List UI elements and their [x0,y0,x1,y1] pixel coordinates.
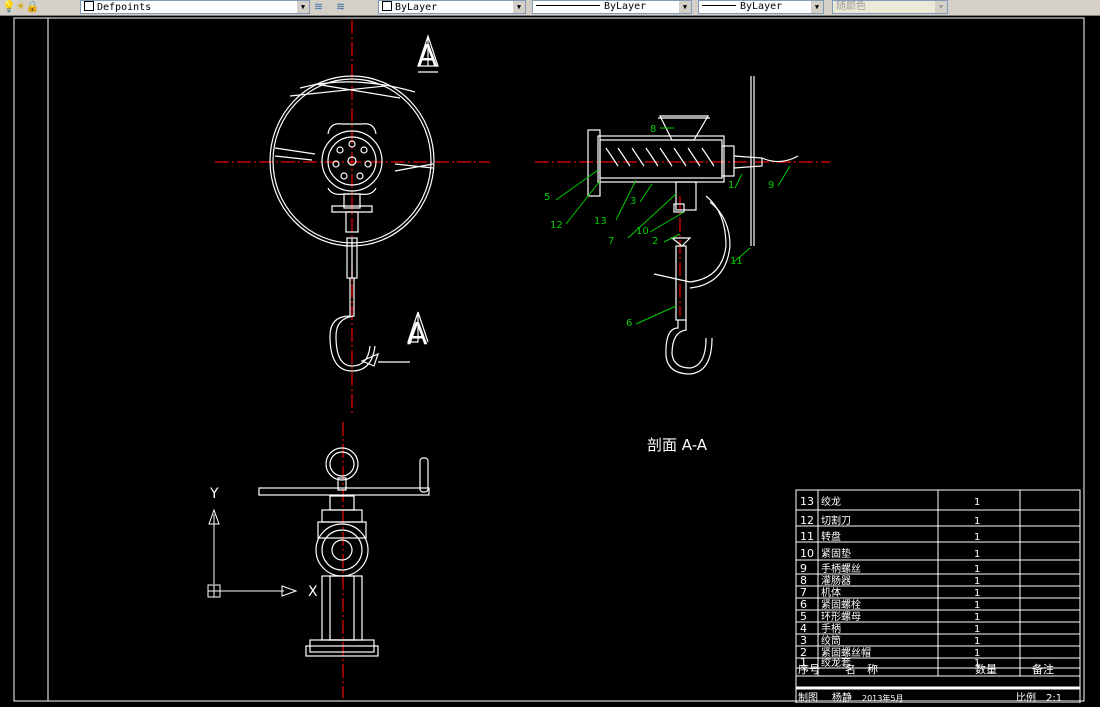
bom-row-qty: 1 [974,576,980,587]
bom-row-name: 手柄螺丝 [821,562,861,575]
lineweight-dropdown[interactable]: ByLayer ▼ [698,0,824,14]
bom-row-qty: 1 [974,532,980,543]
view-marker-top: A [417,39,438,74]
bom-row-name: 环形螺母 [821,611,861,623]
ucs-x-label: X [308,584,318,600]
bom-row-no: 12 [800,514,814,527]
scale-value: 2:1 [1046,693,1062,703]
callout-9: 9 [768,180,774,191]
bom-row-name: 紧固垫 [821,547,851,560]
callout-8: 8 [650,124,656,135]
drawer-name: 杨静 [832,691,852,703]
chevron-down-icon: ▼ [811,1,823,13]
bom-row-qty: 1 [974,549,980,560]
callout-6: 6 [626,318,632,329]
bom-row-name: 绞筒 [821,634,841,647]
bom-row-name: 绞龙 [821,495,841,508]
bom-row-qty: 1 [974,600,980,611]
bom-row-name: 紧固螺栓 [821,598,861,611]
bom-row-qty: 1 [974,612,980,623]
chevron-down-icon: ▼ [935,1,947,13]
front-view [215,20,490,416]
callout-7: 7 [608,236,614,247]
bom-rows: 13 绞龙 112 切割刀 111 转盘 110 紧固垫 19 手柄螺丝 18 灌肠器 17 机体 16 紧固… [800,495,980,669]
bom-header-no: 序号 [798,662,820,676]
chevron-down-icon: ▼ [513,1,525,13]
chevron-down-icon: ▼ [297,1,309,13]
bom-row-name: 机体 [821,586,841,599]
plotstyle-dropdown[interactable]: 随颜色 ▼ [832,0,948,14]
drawn-date: 2013年5月 [862,693,903,703]
layer-states-icon[interactable]: ≋ [336,1,345,13]
ucs-icon [207,508,298,598]
lineweight-value: ByLayer [740,1,783,12]
callout-5: 5 [544,192,550,203]
bom-row-name: 灌肠器 [821,575,851,587]
bom-row-no: 13 [800,495,814,508]
layer-name: Defpoints [97,2,152,13]
drawn-label: 制图 [798,691,818,703]
bom-row-no: 10 [800,547,814,560]
plotstyle-value: 随颜色 [836,1,866,12]
bottom-view [258,422,430,698]
callout-2: 2 [652,236,658,247]
bom-row-qty: 1 [974,516,980,527]
chevron-down-icon: ▼ [679,1,691,13]
section-view [535,76,830,375]
layer-color-swatch [84,1,94,11]
callout-13: 13 [594,216,607,227]
layer-dropdown[interactable]: Defpoints ▼ [80,0,310,14]
properties-toolbar: 💡☀🔒 Defpoints ▼ ≋ ≋ ByLayer ▼ ByLayer ▼ … [0,0,1100,16]
view-marker-bottom: A [407,317,428,352]
callout-12: 12 [550,220,563,231]
bom-row-name: 切割刀 [821,514,851,527]
bom-row-qty: 1 [974,624,980,635]
bom-row-name: 手柄 [821,622,841,635]
linetype-sample [536,5,600,6]
bom-row-qty: 1 [974,497,980,508]
bom-row-qty: 1 [974,588,980,599]
lineweight-sample [702,5,736,6]
bom-header-name: 名 称 [845,662,878,676]
callout-3: 3 [630,196,636,207]
bom-header-note: 备注 [1032,662,1054,676]
color-dropdown[interactable]: ByLayer ▼ [378,0,526,14]
bom-row-qty: 1 [974,636,980,647]
bom-header-qty: 数量 [975,663,997,676]
section-title: 剖面 A-A [647,436,708,454]
callout-10: 10 [636,226,649,237]
linetype-value: ByLayer [604,1,647,12]
layer-previous-icon[interactable]: ≋ [314,1,323,13]
ucs-y-label: Y [209,486,219,502]
callout-11: 11 [730,256,743,267]
scale-label: 比例 [1016,691,1036,703]
callout-1: 1 [728,180,734,191]
color-swatch [382,1,392,11]
drawing-canvas[interactable]: A A 5 12 13 3 7 10 2 6 11 1 9 8 剖面 A-A Y… [0,16,1100,704]
bom-row-no: 11 [800,530,814,543]
color-value: ByLayer [395,2,438,13]
layer-state-icons[interactable]: 💡☀🔒 [2,1,39,13]
bom-row-name: 转盘 [821,530,841,543]
bom-row-qty: 1 [974,564,980,575]
linetype-dropdown[interactable]: ByLayer ▼ [532,0,692,14]
drawing-border [13,17,1085,702]
